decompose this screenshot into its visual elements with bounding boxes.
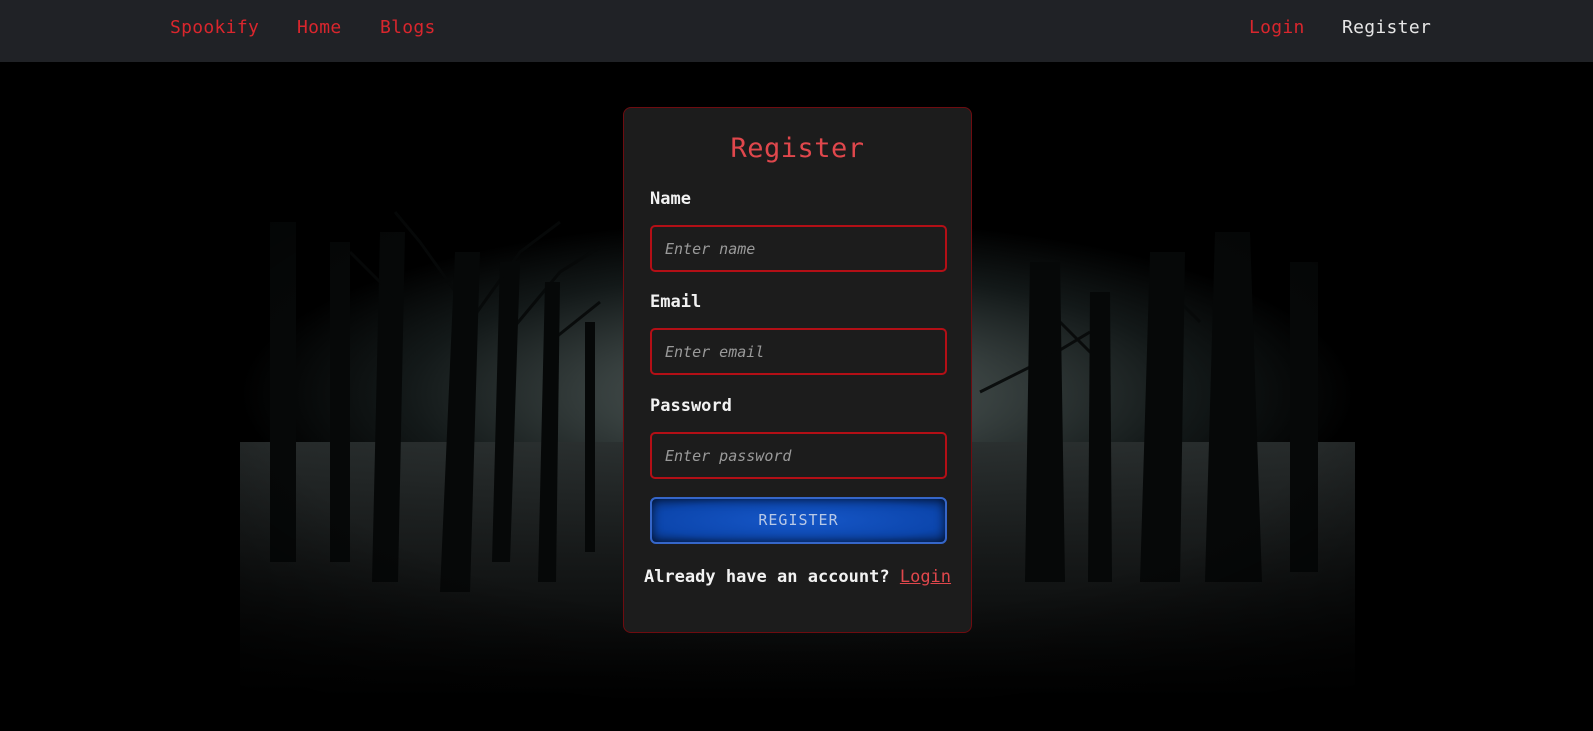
email-input[interactable] bbox=[650, 328, 947, 375]
register-card: Register Name Email Password REGISTER Al… bbox=[623, 107, 972, 633]
password-input[interactable] bbox=[650, 432, 947, 479]
top-navbar: Spookify Home Blogs Login Register bbox=[0, 0, 1593, 62]
brand-link[interactable]: Spookify bbox=[170, 17, 259, 39]
login-prompt-text: Already have an account? bbox=[643, 567, 890, 587]
nav-login-link[interactable]: Login bbox=[1249, 17, 1305, 39]
nav-register-link[interactable]: Register bbox=[1342, 17, 1431, 39]
register-button[interactable]: REGISTER bbox=[650, 497, 947, 544]
login-link[interactable]: Login bbox=[900, 567, 951, 587]
register-title: Register bbox=[730, 133, 865, 164]
name-input[interactable] bbox=[650, 225, 947, 272]
password-label: Password bbox=[650, 396, 732, 416]
page: Spookify Home Blogs Login Register Regis… bbox=[0, 0, 1593, 731]
email-label: Email bbox=[650, 292, 702, 312]
nav-blogs-link[interactable]: Blogs bbox=[380, 17, 436, 39]
name-label: Name bbox=[650, 189, 691, 209]
nav-home-link[interactable]: Home bbox=[297, 17, 342, 39]
login-prompt: Already have an account? Login bbox=[624, 566, 971, 588]
